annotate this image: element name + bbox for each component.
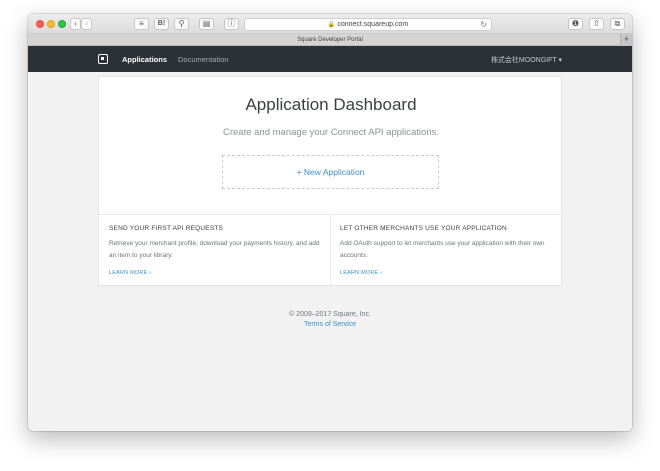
forward-arrow-icon[interactable]: › [81, 18, 92, 30]
first-requests-panel: SEND YOUR FIRST API REQUESTS Retrieve yo… [109, 225, 321, 276]
url-text: connect.squareup.com [337, 21, 409, 28]
close-window-icon[interactable] [36, 20, 44, 28]
show-tabs-icon[interactable]: ⧉ [610, 18, 625, 30]
site-navbar: Applications Documentation 株式会社MOONGIFT … [28, 46, 632, 72]
new-tab-icon[interactable]: + [620, 34, 632, 46]
hatena-bookmark-icon[interactable]: B! [154, 18, 169, 30]
link-extension-icon[interactable]: ⚲ [174, 18, 189, 30]
maximize-window-icon[interactable] [58, 20, 66, 28]
other-merchants-learn-more-link[interactable]: LEARN MORE › [340, 270, 552, 276]
section-divider [99, 214, 563, 215]
reload-icon[interactable]: ↻ [480, 19, 487, 30]
other-merchants-text: Add OAuth support to let merchants use y… [340, 240, 545, 259]
minimize-window-icon[interactable] [47, 20, 55, 28]
tab-bar: Square Developer Portal + [28, 34, 632, 46]
first-requests-text: Retrieve your merchant profile, download… [109, 240, 320, 259]
page-title: Application Dashboard [245, 95, 417, 114]
footer-copyright: © 2009–2017 Square, Inc. [289, 311, 371, 318]
first-requests-heading: SEND YOUR FIRST API REQUESTS [109, 225, 224, 232]
other-merchants-panel: LET OTHER MERCHANTS USE YOUR APPLICATION… [340, 225, 552, 276]
nav-applications-link[interactable]: Applications [122, 55, 167, 64]
dashboard-card: Application Dashboard Create and manage … [98, 76, 563, 287]
nav-documentation-link[interactable]: Documentation [178, 55, 228, 64]
shield-extension-icon[interactable]: ❶ [568, 18, 583, 30]
first-requests-learn-more-link[interactable]: LEARN MORE › [109, 270, 321, 276]
column-divider [330, 214, 331, 287]
page-content: Application Dashboard Create and manage … [28, 72, 632, 431]
back-arrow-icon[interactable]: ‹ [70, 18, 81, 30]
terms-of-service-link[interactable]: Terms of Service [28, 321, 632, 328]
tab-title[interactable]: Square Developer Portal [297, 37, 363, 43]
info-extension-icon[interactable]: ⓘ [224, 18, 239, 30]
page-subtitle: Create and manage your Connect API appli… [223, 127, 439, 138]
reader-extension-icon[interactable]: ▤ [199, 18, 214, 30]
browser-toolbar: ‹ › ≡ B! ⚲ ▤ ⓘ 🔒 connect.squareup.com ↻ ❶… [28, 14, 632, 34]
browser-window: ‹ › ≡ B! ⚲ ▤ ⓘ 🔒 connect.squareup.com ↻ ❶… [28, 14, 632, 431]
address-bar[interactable]: 🔒 connect.squareup.com ↻ [244, 18, 492, 31]
account-menu[interactable]: 株式会社MOONGIFT ▾ [491, 55, 562, 65]
new-application-button[interactable]: + New Application [222, 155, 439, 189]
lock-icon: 🔒 [327, 22, 336, 28]
other-merchants-heading: LET OTHER MERCHANTS USE YOUR APPLICATION [340, 225, 507, 232]
share-icon[interactable]: ⇧ [589, 18, 604, 30]
stack-extension-icon[interactable]: ≡ [134, 18, 149, 30]
square-logo-icon[interactable] [98, 54, 108, 64]
